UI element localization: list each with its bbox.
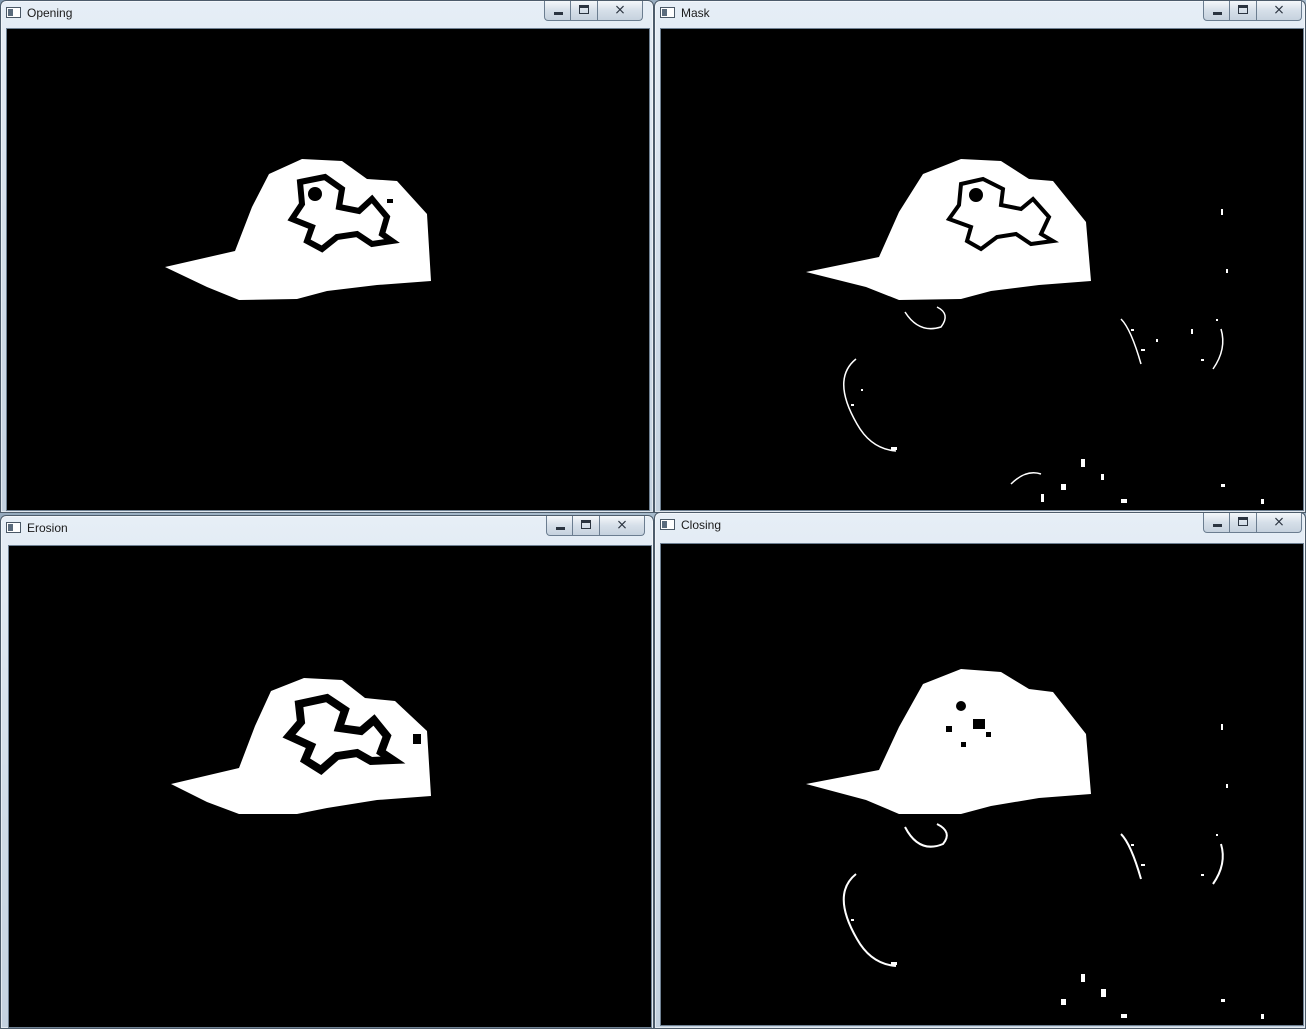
window-title: Mask: [681, 6, 710, 20]
maximize-icon: [581, 520, 591, 529]
face-contours: [843, 306, 1224, 485]
mask-image[interactable]: [660, 28, 1304, 511]
mask-render: [806, 159, 1264, 504]
minimize-icon: [556, 527, 565, 530]
window-title: Closing: [681, 518, 722, 532]
opening-mask-render: [165, 159, 431, 300]
opening-image[interactable]: [6, 28, 650, 511]
speck: [413, 734, 421, 744]
erosion-image[interactable]: [8, 545, 652, 1028]
skull-eye: [969, 188, 983, 202]
minimize-icon: [554, 12, 563, 15]
window-app-icon: [660, 7, 675, 18]
close-icon: ⨯: [1273, 514, 1285, 530]
face-contours: [842, 823, 1224, 967]
window-app-icon: [660, 519, 675, 530]
minimize-icon: [1213, 12, 1222, 15]
minimize-button[interactable]: [544, 1, 571, 21]
close-button[interactable]: ⨯: [1257, 513, 1302, 533]
mask-window: Mask ⨯: [654, 0, 1306, 513]
closing-window: Closing ⨯: [654, 512, 1306, 1029]
maximize-button[interactable]: [571, 1, 598, 21]
cap-silhouette: [806, 159, 1091, 300]
window-controls: ⨯: [1203, 513, 1302, 533]
window-app-icon: [6, 7, 21, 18]
maximize-button[interactable]: [573, 516, 600, 536]
close-icon: ⨯: [614, 2, 626, 18]
closing-titlebar[interactable]: Closing ⨯: [655, 513, 1305, 539]
erosion-mask-render: [171, 678, 431, 814]
close-icon: ⨯: [1273, 2, 1285, 18]
skull-eye: [308, 187, 322, 201]
cap-silhouette: [806, 669, 1091, 814]
cap-silhouette: [171, 678, 431, 814]
maximize-icon: [1238, 5, 1248, 14]
minimize-button[interactable]: [1203, 513, 1230, 533]
minimize-button[interactable]: [546, 516, 573, 536]
window-controls: ⨯: [544, 1, 643, 21]
opening-titlebar[interactable]: Opening ⨯: [1, 1, 653, 27]
window-title: Erosion: [27, 521, 68, 535]
window-controls: ⨯: [1203, 1, 1302, 21]
erosion-window: Erosion ⨯: [0, 515, 654, 1029]
close-icon: ⨯: [616, 517, 628, 533]
minimize-icon: [1213, 524, 1222, 527]
erosion-titlebar[interactable]: Erosion ⨯: [1, 516, 653, 542]
speck: [387, 199, 393, 203]
closing-mask-render: [806, 669, 1264, 1019]
window-controls: ⨯: [546, 516, 645, 536]
maximize-button[interactable]: [1230, 513, 1257, 533]
maximize-icon: [579, 5, 589, 14]
mask-titlebar[interactable]: Mask ⨯: [655, 1, 1305, 27]
maximize-button[interactable]: [1230, 1, 1257, 21]
maximize-icon: [1238, 517, 1248, 526]
window-title: Opening: [27, 6, 73, 20]
closing-image[interactable]: [660, 543, 1304, 1026]
close-button[interactable]: ⨯: [598, 1, 643, 21]
window-app-icon: [6, 522, 21, 533]
opening-window: Opening ⨯: [0, 0, 654, 513]
close-button[interactable]: ⨯: [600, 516, 645, 536]
close-button[interactable]: ⨯: [1257, 1, 1302, 21]
minimize-button[interactable]: [1203, 1, 1230, 21]
